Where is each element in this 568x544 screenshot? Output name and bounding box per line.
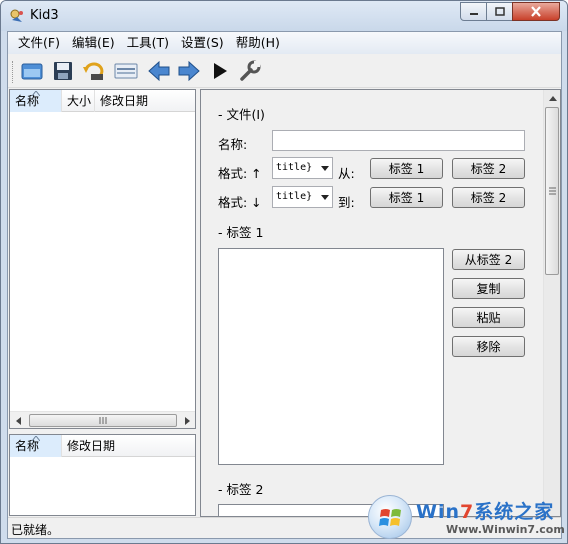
format-to-combo[interactable]: title} bbox=[272, 186, 333, 208]
open-folder-icon bbox=[21, 63, 43, 80]
revert-icon bbox=[83, 62, 104, 80]
chevron-down-icon bbox=[321, 195, 329, 200]
minimize-button[interactable] bbox=[460, 2, 487, 21]
menu-file[interactable]: 文件(F) bbox=[12, 33, 66, 53]
arrow-right-icon bbox=[184, 416, 190, 425]
from-tag2-button[interactable]: 标签 2 bbox=[452, 158, 525, 179]
tag-editor-vscrollbar[interactable] bbox=[543, 90, 560, 516]
chevron-down-icon bbox=[321, 166, 329, 171]
settings-button[interactable] bbox=[236, 58, 264, 84]
watermark-win: Win bbox=[416, 501, 460, 523]
menu-help[interactable]: 帮助(H) bbox=[230, 33, 286, 53]
previous-arrow-icon bbox=[148, 61, 170, 81]
scroll-thumb[interactable] bbox=[29, 414, 177, 427]
column-size-header[interactable]: 大小 bbox=[62, 90, 95, 112]
paste-button[interactable]: 粘贴 bbox=[452, 307, 525, 328]
scroll-left-button[interactable] bbox=[10, 412, 27, 429]
toolbar bbox=[8, 54, 561, 88]
column-size-label: 大小 bbox=[67, 94, 92, 108]
from-tag1-button[interactable]: 标签 1 bbox=[370, 158, 443, 179]
filename-input[interactable] bbox=[272, 130, 525, 151]
dir-column-modified-label: 修改日期 bbox=[67, 439, 116, 453]
filter-button[interactable] bbox=[112, 58, 140, 84]
app-window: Kid3 文件(F) 编辑(E) 工具(T) 设置(S) 帮助(H) 名称 大小… bbox=[0, 0, 568, 544]
from-tag2-button[interactable]: 从标签 2 bbox=[452, 249, 525, 270]
arrow-up-icon bbox=[548, 95, 557, 101]
name-label: 名称: bbox=[218, 137, 248, 152]
from-label: 从: bbox=[338, 166, 355, 181]
file-list-pane[interactable]: 名称 大小 修改日期 bbox=[9, 89, 196, 429]
column-modified-header[interactable]: 修改日期 bbox=[95, 90, 195, 112]
menu-edit[interactable]: 编辑(E) bbox=[66, 33, 121, 53]
file-list-header: 名称 大小 修改日期 bbox=[10, 90, 195, 112]
arrow-left-icon bbox=[15, 416, 21, 425]
client-area: 文件(F) 编辑(E) 工具(T) 设置(S) 帮助(H) 名称 大小 修改日期… bbox=[7, 31, 562, 539]
maximize-button[interactable] bbox=[486, 2, 513, 21]
tag-editor-pane: - 文件(I) 名称: 格式: ↑ title} 从: 标签 1 标签 2 格式… bbox=[200, 89, 561, 517]
grip-icon bbox=[548, 187, 556, 195]
copy-button[interactable]: 复制 bbox=[452, 278, 525, 299]
to-label: 到: bbox=[338, 195, 355, 210]
to-tag2-button[interactable]: 标签 2 bbox=[452, 187, 525, 208]
tag1-frame-list[interactable] bbox=[218, 248, 444, 465]
play-icon bbox=[214, 63, 227, 79]
kid3-app-icon bbox=[10, 9, 23, 22]
file-section-header[interactable]: - 文件(I) bbox=[218, 104, 265, 123]
tag1-section-header[interactable]: - 标签 1 bbox=[218, 222, 263, 241]
dir-column-name-header[interactable]: 名称 bbox=[10, 435, 62, 457]
to-tag1-button[interactable]: 标签 1 bbox=[370, 187, 443, 208]
toolbar-grip[interactable] bbox=[12, 61, 15, 83]
maximize-icon bbox=[494, 6, 505, 16]
format-up-label: 格式: ↑ bbox=[218, 166, 262, 181]
play-button[interactable] bbox=[206, 58, 234, 84]
save-icon bbox=[54, 62, 72, 80]
sort-ascending-icon bbox=[31, 91, 40, 96]
scroll-up-button[interactable] bbox=[544, 90, 560, 107]
menu-tools[interactable]: 工具(T) bbox=[121, 33, 175, 53]
format-down-label: 格式: ↓ bbox=[218, 195, 262, 210]
status-text: 已就绪。 bbox=[11, 523, 60, 537]
watermark-url: Www.Winwin7.com bbox=[446, 523, 565, 536]
format-to-value: title} bbox=[276, 191, 313, 202]
file-list-hscrollbar[interactable] bbox=[10, 411, 195, 428]
directory-list-pane[interactable]: 名称 修改日期 bbox=[9, 434, 196, 516]
close-icon bbox=[531, 6, 541, 17]
menu-bar: 文件(F) 编辑(E) 工具(T) 设置(S) 帮助(H) bbox=[8, 32, 561, 54]
column-name-header[interactable]: 名称 bbox=[10, 90, 62, 112]
next-arrow-icon bbox=[178, 61, 200, 81]
revert-button[interactable] bbox=[80, 58, 108, 84]
remove-button[interactable]: 移除 bbox=[452, 336, 525, 357]
column-name-label: 名称 bbox=[15, 94, 40, 108]
next-file-button[interactable] bbox=[175, 58, 203, 84]
watermark-seven: 7 bbox=[460, 501, 475, 523]
watermark: Win7系统之家 Www.Winwin7.com bbox=[368, 493, 565, 541]
format-from-value: title} bbox=[276, 162, 313, 173]
dir-column-name-label: 名称 bbox=[15, 439, 40, 453]
dir-column-modified-header[interactable]: 修改日期 bbox=[62, 435, 195, 457]
tag2-section-header[interactable]: - 标签 2 bbox=[218, 479, 263, 498]
grip-icon bbox=[99, 417, 107, 424]
settings-wrench-icon bbox=[240, 60, 261, 81]
minimize-icon bbox=[469, 12, 478, 15]
close-button[interactable] bbox=[512, 2, 560, 21]
filter-icon bbox=[114, 63, 138, 79]
dir-list-header: 名称 修改日期 bbox=[10, 435, 195, 457]
title-bar[interactable]: Kid3 bbox=[1, 1, 567, 31]
sort-ascending-icon bbox=[31, 436, 40, 441]
watermark-title: Win7系统之家 bbox=[416, 497, 554, 524]
watermark-cn: 系统之家 bbox=[474, 501, 555, 523]
column-modified-label: 修改日期 bbox=[100, 94, 149, 108]
scroll-right-button[interactable] bbox=[178, 412, 195, 429]
open-button[interactable] bbox=[18, 58, 46, 84]
format-from-combo[interactable]: title} bbox=[272, 157, 333, 179]
previous-file-button[interactable] bbox=[145, 58, 173, 84]
save-button[interactable] bbox=[49, 58, 77, 84]
menu-settings[interactable]: 设置(S) bbox=[175, 33, 230, 53]
windows-logo-icon bbox=[368, 495, 412, 539]
window-title: Kid3 bbox=[30, 8, 59, 23]
vscroll-thumb[interactable] bbox=[545, 107, 559, 275]
